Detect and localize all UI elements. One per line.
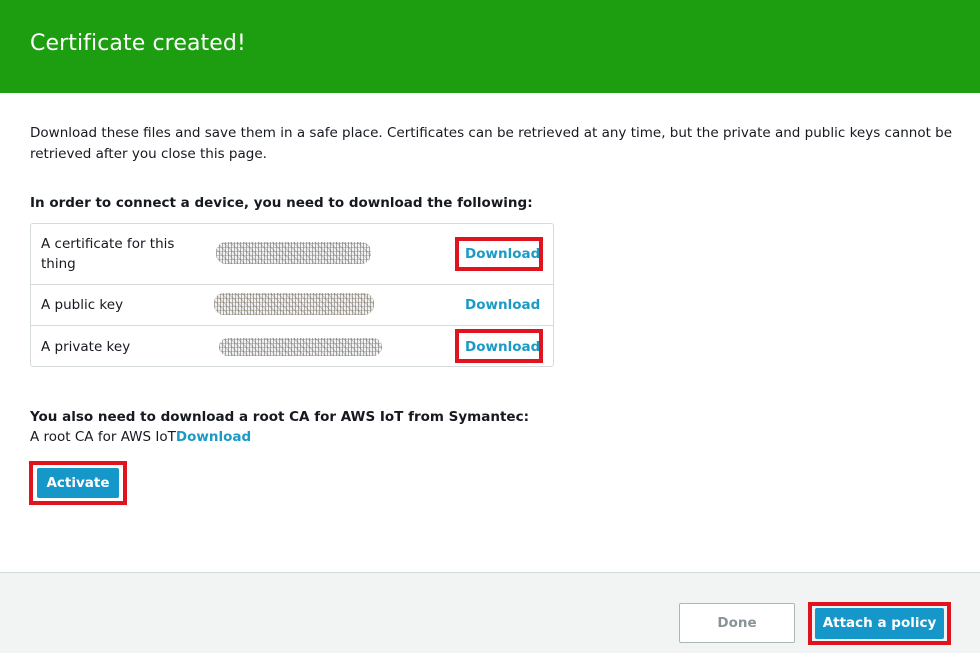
highlight-download-certificate [455,237,543,271]
attach-policy-button[interactable]: Attach a policy [815,608,944,639]
public-key-label: A public key [41,297,124,313]
download-public-key-link[interactable]: Download [465,297,540,313]
highlight-download-private-key [455,329,543,363]
root-ca-label: A root CA for AWS IoT [30,429,176,445]
private-key-label: A private key [41,339,131,355]
root-ca-heading: You also need to download a root CA for … [30,409,529,425]
redacted-filename [219,338,382,356]
page-title: Certificate created! [30,31,246,56]
intro-text: Download these files and save them in a … [30,125,953,162]
activate-button[interactable]: Activate [37,468,119,498]
success-header: Certificate created! [0,0,980,93]
redacted-filename [216,242,371,264]
done-button[interactable]: Done [679,603,795,643]
table-row-public-key: A public key Download [31,285,553,326]
root-ca-line: A root CA for AWS IoTDownload [30,429,251,445]
certificate-label: A certificate for this thing [41,236,175,272]
files-section-heading: In order to connect a device, you need t… [30,195,533,211]
redacted-filename [214,293,374,315]
download-root-ca-link[interactable]: Download [176,429,251,445]
